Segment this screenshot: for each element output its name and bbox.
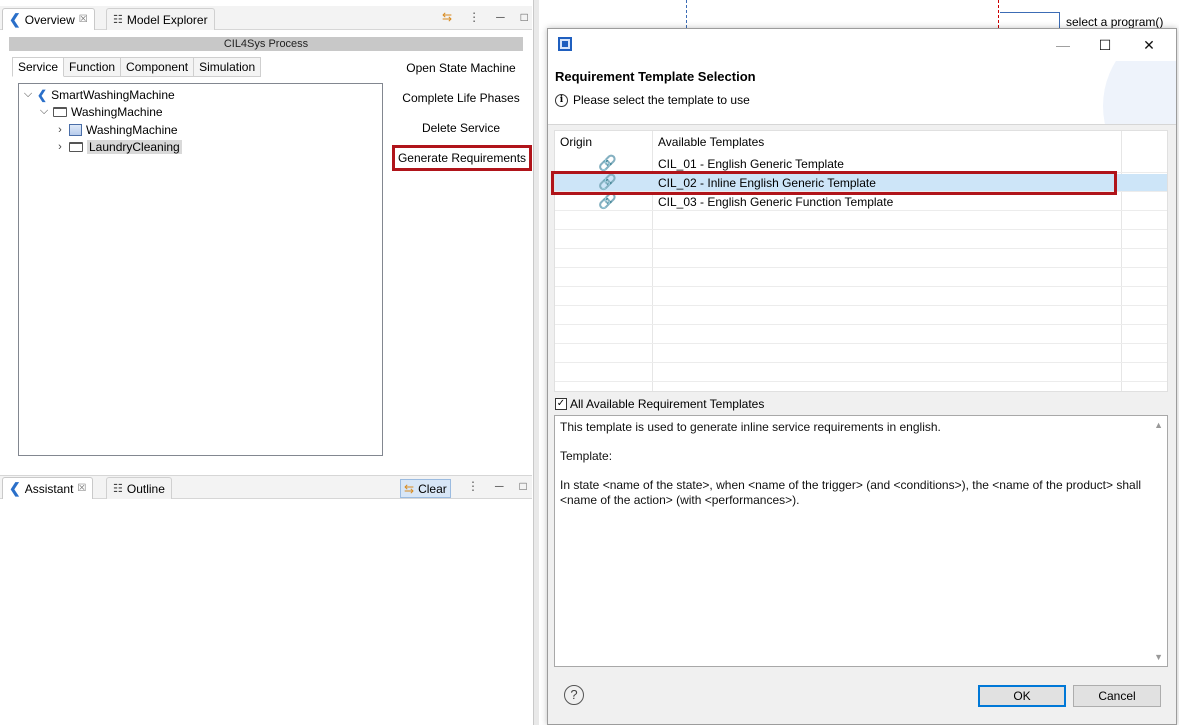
outline-icon: ☷: [113, 483, 123, 495]
tab-component[interactable]: Component: [121, 57, 195, 77]
expand-toggle-icon[interactable]: ›: [55, 124, 65, 136]
help-icon[interactable]: ?: [564, 685, 584, 705]
clear-button[interactable]: ⇆ Clear: [400, 479, 451, 498]
table-row[interactable]: 🔗 CIL_03 - English Generic Function Temp…: [555, 193, 1167, 211]
expand-toggle-icon[interactable]: ⌵: [23, 88, 33, 101]
table-row: [555, 231, 1167, 249]
ok-button[interactable]: OK: [978, 685, 1066, 707]
process-subtabs: Service Function Component Simulation: [12, 57, 262, 78]
open-state-machine-button[interactable]: Open State Machine: [391, 55, 531, 81]
all-templates-label: All Available Requirement Templates: [570, 397, 765, 411]
tree-item-laundrycleaning[interactable]: › LaundryCleaning: [55, 138, 182, 155]
tab-simulation[interactable]: Simulation: [194, 57, 262, 77]
tab-outline[interactable]: ☷ Outline: [106, 477, 172, 499]
process-title-bar: CIL4Sys Process: [9, 37, 523, 51]
service-tree[interactable]: ⌵ ❮ SmartWashingMachine ⌵ WashingMachine…: [18, 83, 383, 456]
tab-overview-label: Overview: [24, 12, 75, 27]
template-name: CIL_03 - English Generic Function Templa…: [658, 195, 894, 209]
tab-model-explorer[interactable]: ☷ Model Explorer: [106, 8, 215, 30]
expand-toggle-icon[interactable]: ⌵: [39, 105, 49, 118]
all-templates-checkbox[interactable]: ✓: [555, 398, 567, 410]
message-label: select a program(): [1066, 15, 1164, 29]
tab-outline-label: Outline: [126, 481, 165, 496]
lifeline: [686, 0, 687, 28]
system-icon: ❮: [37, 87, 48, 102]
table-row: [555, 326, 1167, 344]
view-menu-icon[interactable]: ⋮: [467, 479, 479, 493]
tab-service[interactable]: Service: [12, 57, 65, 77]
tab-assistant-label: Assistant: [24, 481, 74, 496]
tree-item-washingmachine-model[interactable]: › WashingMachine: [55, 121, 178, 138]
close-icon[interactable]: ☒: [79, 14, 88, 25]
tree-item-smartwashingmachine[interactable]: ⌵ ❮ SmartWashingMachine: [23, 86, 175, 103]
tree-item-label: SmartWashingMachine: [51, 87, 175, 102]
model-icon: [69, 123, 82, 136]
description-line: This template is used to generate inline…: [560, 420, 941, 434]
templates-table[interactable]: Origin Available Templates 🔗 CIL_01 - En…: [554, 130, 1168, 392]
dialog-titlebar: — ☐ ✕: [548, 29, 1176, 61]
tree-item-label: LaundryCleaning: [87, 139, 182, 154]
app-icon: [558, 37, 572, 51]
view-toolbar: ⇆ ⋮ ─ □: [442, 10, 528, 24]
column-header-origin[interactable]: Origin: [560, 135, 592, 149]
selected-row-highlight: [551, 171, 1117, 195]
table-row: [555, 212, 1167, 230]
minimize-icon[interactable]: ─: [496, 10, 505, 24]
dialog-info-text: Please select the template to use: [573, 93, 750, 107]
dialog-header: Requirement Template Selection i Please …: [548, 61, 1176, 125]
header-decoration: [1103, 61, 1176, 124]
column-header-templates[interactable]: Available Templates: [658, 135, 764, 149]
template-description: This template is used to generate inline…: [554, 415, 1168, 667]
table-row: [555, 269, 1167, 287]
description-line: In state <name of the state>, when <name…: [560, 478, 1142, 507]
maximize-icon[interactable]: □: [521, 10, 528, 24]
close-icon[interactable]: ☒: [77, 483, 86, 494]
lifeline: [998, 0, 999, 28]
delete-service-button[interactable]: Delete Service: [391, 115, 531, 141]
overview-view-tabbar: ❮ Overview ☒ ☷ Model Explorer ⇆ ⋮ ─ □: [0, 6, 532, 30]
clear-label: Clear: [418, 481, 447, 496]
table-row: [555, 345, 1167, 363]
cancel-button[interactable]: Cancel: [1073, 685, 1161, 707]
sync-icon[interactable]: ⇆: [442, 10, 452, 24]
tab-overview[interactable]: ❮ Overview ☒: [2, 8, 95, 30]
description-line: Template:: [560, 449, 613, 463]
tab-function[interactable]: Function: [64, 57, 122, 77]
all-templates-checkbox-row[interactable]: ✓ All Available Requirement Templates: [555, 397, 764, 411]
view-menu-icon[interactable]: ⋮: [468, 10, 480, 24]
tab-model-explorer-label: Model Explorer: [126, 12, 208, 27]
requirement-template-dialog: — ☐ ✕ Requirement Template Selection i P…: [547, 28, 1177, 725]
maximize-icon[interactable]: □: [520, 479, 527, 493]
expand-toggle-icon[interactable]: ›: [55, 141, 65, 153]
dialog-heading: Requirement Template Selection: [555, 69, 756, 84]
tree-item-washingmachine-folder[interactable]: ⌵ WashingMachine: [39, 103, 163, 120]
tab-assistant[interactable]: ❮ Assistant ☒: [2, 477, 94, 499]
tree-item-label: WashingMachine: [86, 122, 178, 137]
scroll-up-icon[interactable]: ▲: [1154, 420, 1163, 430]
model-explorer-icon: ☷: [113, 14, 123, 26]
assistant-toolbar: ⋮ ─ □: [467, 479, 527, 493]
minimize-icon[interactable]: —: [1048, 34, 1078, 56]
template-name: CIL_01 - English Generic Template: [658, 157, 844, 171]
generate-requirements-button[interactable]: Generate Requirements: [392, 145, 532, 171]
dialog-info: i Please select the template to use: [555, 93, 750, 107]
minimize-icon[interactable]: ─: [495, 479, 504, 493]
info-icon: i: [555, 93, 568, 107]
table-row: [555, 364, 1167, 382]
scroll-down-icon[interactable]: ▼: [1154, 652, 1163, 662]
table-row: [555, 307, 1167, 325]
cil4sys-logo-icon: ❮: [9, 11, 21, 27]
tree-item-label: WashingMachine: [71, 104, 163, 119]
table-row: [555, 250, 1167, 268]
clear-icon: ⇆: [404, 481, 415, 496]
cil4sys-logo-icon: ❮: [9, 480, 21, 496]
complete-life-phases-button[interactable]: Complete Life Phases: [391, 85, 531, 111]
assistant-view-tabbar: ❮ Assistant ☒ ☷ Outline ⇆ Clear ⋮ ─ □: [0, 475, 532, 499]
folder-icon: [53, 106, 67, 117]
maximize-icon[interactable]: ☐: [1090, 34, 1120, 56]
folder-icon: [69, 141, 83, 152]
table-row: [555, 288, 1167, 306]
close-icon[interactable]: ✕: [1134, 34, 1164, 56]
link-icon: 🔗: [598, 193, 617, 210]
